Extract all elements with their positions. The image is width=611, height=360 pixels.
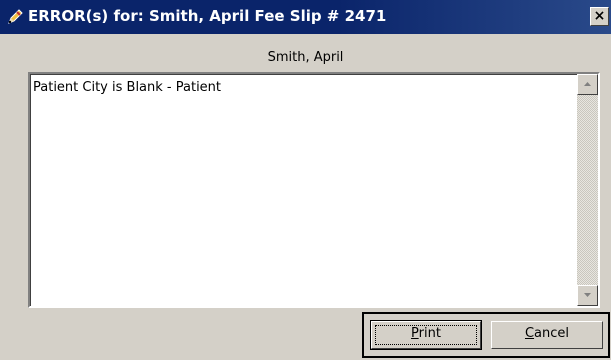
cancel-button[interactable]: Cancel [491, 321, 603, 349]
print-button-label: Print [411, 326, 441, 341]
cancel-button-label: Cancel [524, 326, 570, 341]
title-bar[interactable]: ERROR(s) for: Smith, April Fee Slip # 24… [0, 0, 611, 34]
scroll-down-button[interactable] [577, 285, 598, 306]
error-dialog-window: ERROR(s) for: Smith, April Fee Slip # 24… [0, 0, 611, 360]
error-message-text: Patient City is Blank - Patient [33, 80, 222, 95]
arrow-down-icon [584, 293, 591, 297]
window-title: ERROR(s) for: Smith, April Fee Slip # 24… [28, 7, 387, 25]
vertical-scrollbar[interactable] [577, 74, 598, 306]
button-group: Print Cancel [362, 312, 610, 358]
arrow-up-icon [584, 82, 591, 86]
print-button[interactable]: Print [370, 320, 482, 350]
close-button[interactable]: × [590, 7, 609, 26]
error-message-box[interactable]: Patient City is Blank - Patient [28, 72, 600, 308]
patient-name-label: Smith, April [267, 50, 344, 65]
scroll-up-button[interactable] [577, 74, 598, 95]
close-icon: × [593, 8, 606, 24]
pencil-error-icon [8, 9, 23, 24]
